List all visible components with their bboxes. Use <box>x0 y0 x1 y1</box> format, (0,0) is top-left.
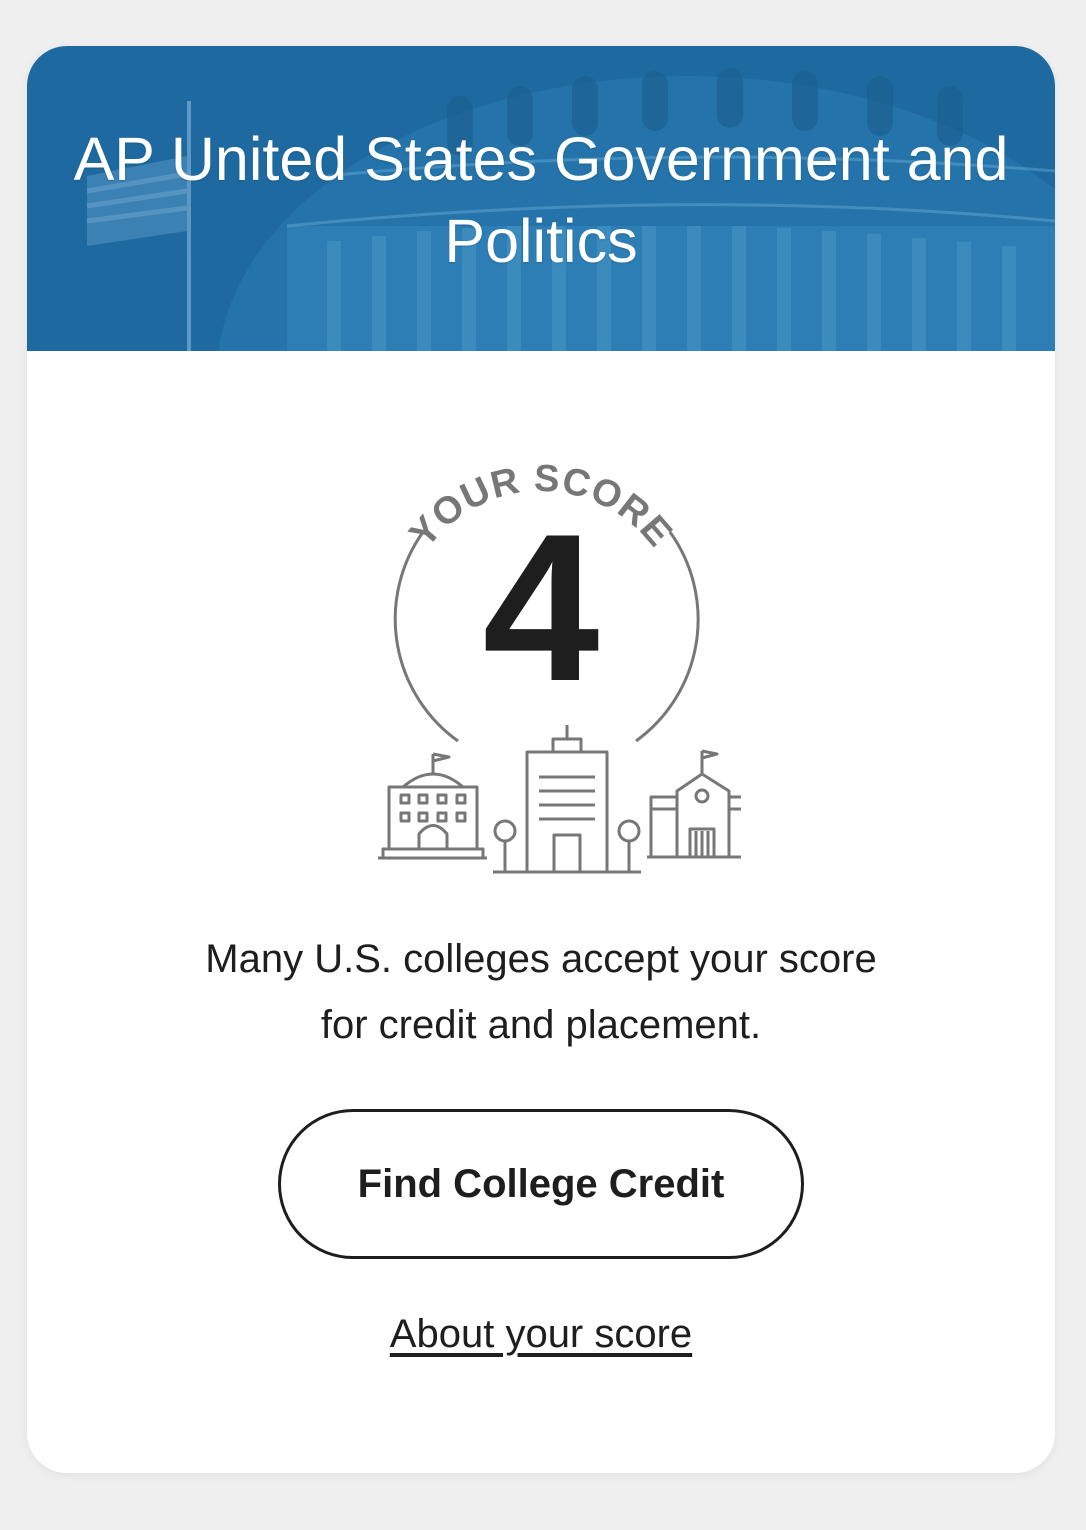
course-title: AP United States Government and Politics <box>73 125 1009 275</box>
score-value: 4 <box>482 490 600 725</box>
score-card: AP United States Government and Politics… <box>27 46 1055 1473</box>
course-banner: AP United States Government and Politics <box>27 46 1055 351</box>
score-ring-right <box>635 531 700 743</box>
college-campus-buildings-icon <box>378 725 741 874</box>
about-your-score-link[interactable]: About your score <box>241 1306 841 1362</box>
find-college-credit-button[interactable]: Find College Credit <box>278 1109 804 1259</box>
score-message: Many U.S. colleges accept your score for… <box>205 937 877 1047</box>
